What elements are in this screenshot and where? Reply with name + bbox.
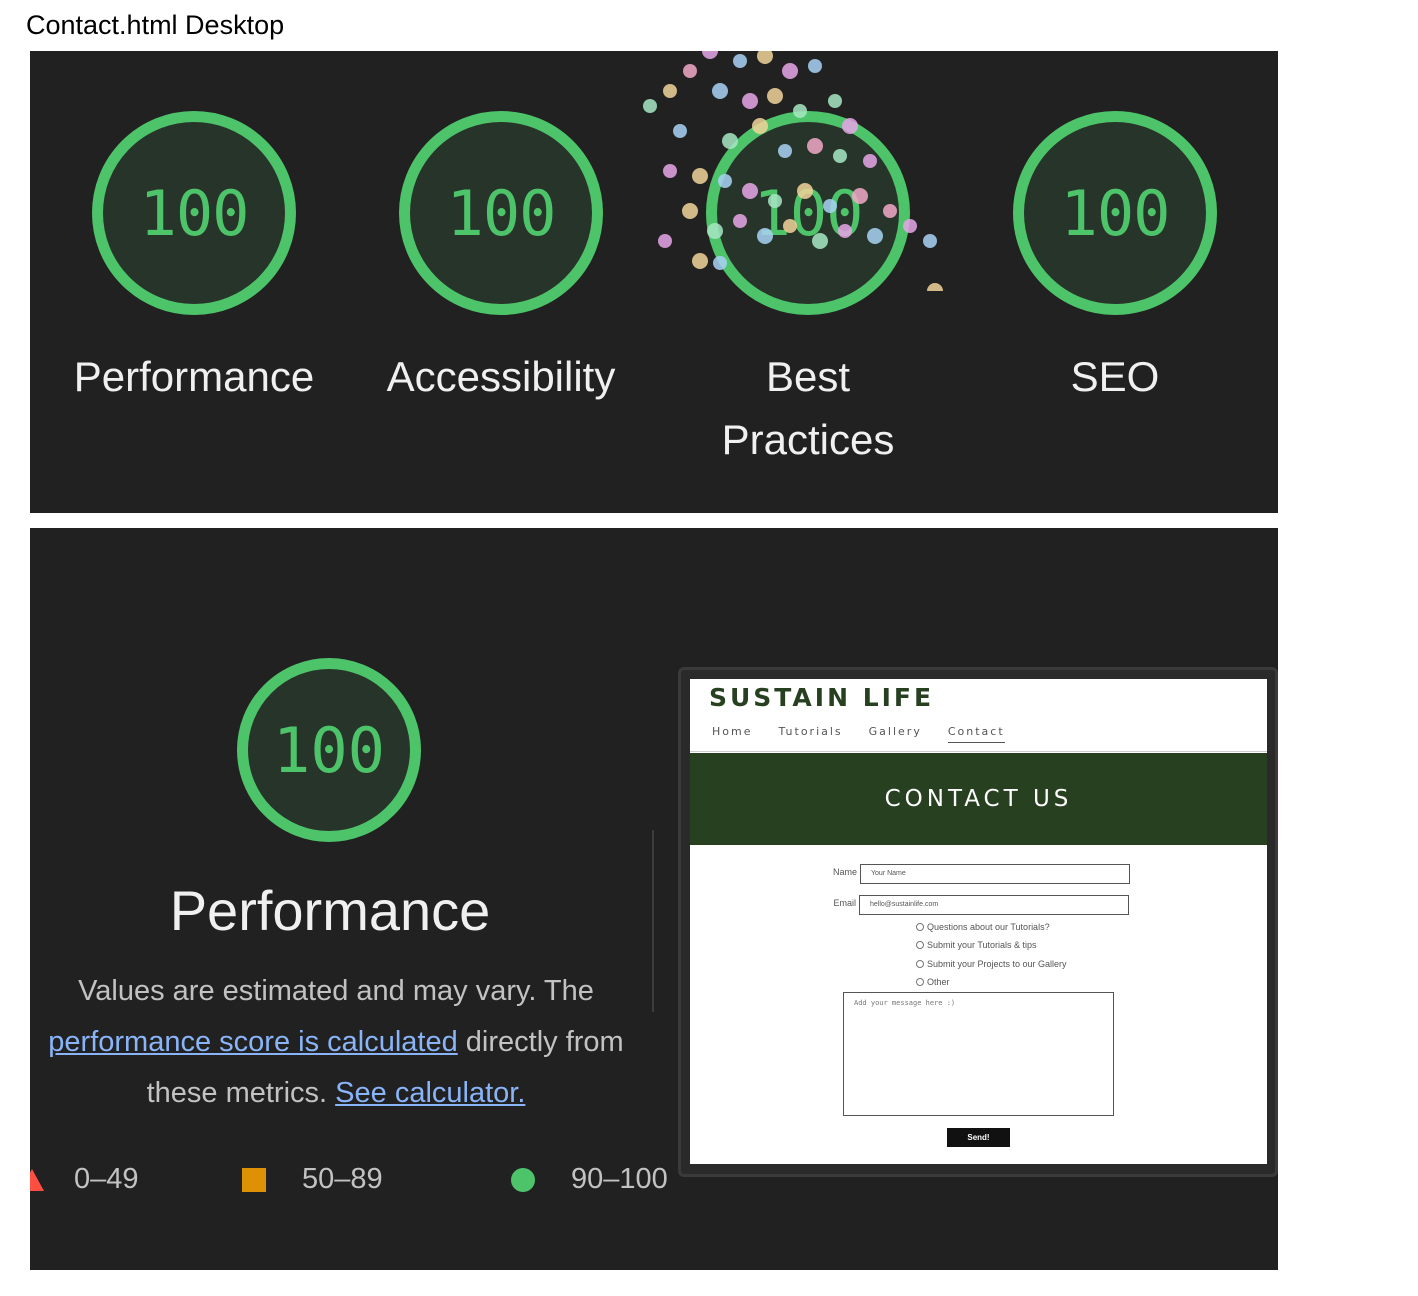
gauge-label-performance: Performance: [73, 353, 315, 400]
legend-average: 50–89: [242, 1163, 383, 1196]
performance-gauge-large: 100: [237, 658, 421, 842]
radio-option: Submit your Projects to our Gallery: [916, 959, 1067, 969]
message-field: Add your message here :): [843, 992, 1114, 1116]
gauge-score: 100: [753, 176, 864, 250]
page-heading: Contact.html Desktop: [26, 10, 285, 40]
description-text: directly from: [457, 1026, 624, 1058]
send-button: Send!: [947, 1128, 1010, 1147]
final-screenshot[interactable]: SUSTAIN LIFE Home Tutorials Gallery Cont…: [678, 667, 1278, 1177]
nav-item-gallery: Gallery: [868, 725, 922, 738]
name-label: Name: [832, 867, 857, 877]
hero-banner: CONTACT US: [690, 753, 1267, 845]
gauge-score: 100: [139, 176, 250, 250]
description-line: performance score is calculated directly…: [30, 1017, 656, 1068]
nav-item-contact: Contact: [947, 725, 1005, 743]
gauge-label-seo: SEO: [1070, 353, 1160, 400]
radio-option: Questions about our Tutorials?: [916, 922, 1050, 932]
score-calculation-link[interactable]: performance score is calculated: [48, 1026, 457, 1058]
gauge-label-accessibility: Accessibility: [386, 353, 616, 400]
gauge-score: 100: [273, 713, 385, 787]
accessibility-gauge[interactable]: 100: [399, 111, 603, 315]
best-practices-gauge[interactable]: 100: [706, 111, 910, 315]
email-field: hello@sustainlife.com: [859, 895, 1129, 915]
performance-description: Values are estimated and may vary. The p…: [30, 966, 656, 1119]
scores-summary-panel: 100 Performance 100 Accessibility 100 Be…: [30, 51, 1278, 513]
radio-label: Questions about our Tutorials?: [927, 922, 1050, 932]
red-triangle-icon: [30, 1168, 44, 1191]
name-field: Your Name: [860, 864, 1130, 884]
radio-icon: [916, 960, 924, 968]
radio-icon: [916, 923, 924, 931]
radio-icon: [916, 978, 924, 986]
gauge-label-line: Best: [765, 353, 851, 400]
gauge-score: 100: [1060, 176, 1171, 250]
seo-gauge[interactable]: 100: [1013, 111, 1217, 315]
radio-option: Other: [916, 977, 950, 987]
divider: [652, 830, 654, 1012]
gauge-label-best-practices: Best Practices: [658, 345, 958, 471]
site-nav: Home Tutorials Gallery Contact: [712, 725, 1005, 743]
see-calculator-link[interactable]: See calculator.: [335, 1077, 525, 1109]
hero-title: CONTACT US: [884, 786, 1073, 812]
legend-pass: 90–100: [511, 1163, 668, 1196]
nav-item-tutorials: Tutorials: [778, 725, 843, 738]
nav-item-home: Home: [712, 725, 753, 738]
gauge-score: 100: [446, 176, 557, 250]
radio-icon: [916, 941, 924, 949]
performance-detail-panel: 100 Performance Values are estimated and…: [30, 528, 1278, 1270]
description-text: these metrics.: [146, 1077, 336, 1109]
performance-gauge[interactable]: 100: [92, 111, 296, 315]
legend-label: 0–49: [74, 1163, 139, 1195]
orange-square-icon: [242, 1167, 266, 1192]
description-line: these metrics. See calculator.: [30, 1068, 656, 1119]
performance-title: Performance: [169, 879, 491, 942]
legend-label: 90–100: [571, 1163, 668, 1195]
legend-fail: 0–49: [30, 1163, 139, 1196]
radio-option: Submit your Tutorials & tips: [916, 940, 1037, 950]
screenshot-page: SUSTAIN LIFE Home Tutorials Gallery Cont…: [690, 679, 1267, 1164]
radio-label: Submit your Projects to our Gallery: [927, 959, 1067, 969]
radio-label: Submit your Tutorials & tips: [927, 940, 1037, 950]
green-circle-icon: [511, 1167, 535, 1192]
radio-label: Other: [927, 977, 950, 987]
gauge-label-line: Practices: [721, 416, 895, 463]
description-line: Values are estimated and may vary. The: [78, 975, 594, 1007]
email-label: Email: [833, 898, 856, 908]
legend-label: 50–89: [302, 1163, 383, 1195]
nav-divider: [690, 751, 1267, 752]
site-logo: SUSTAIN LIFE: [709, 683, 935, 712]
